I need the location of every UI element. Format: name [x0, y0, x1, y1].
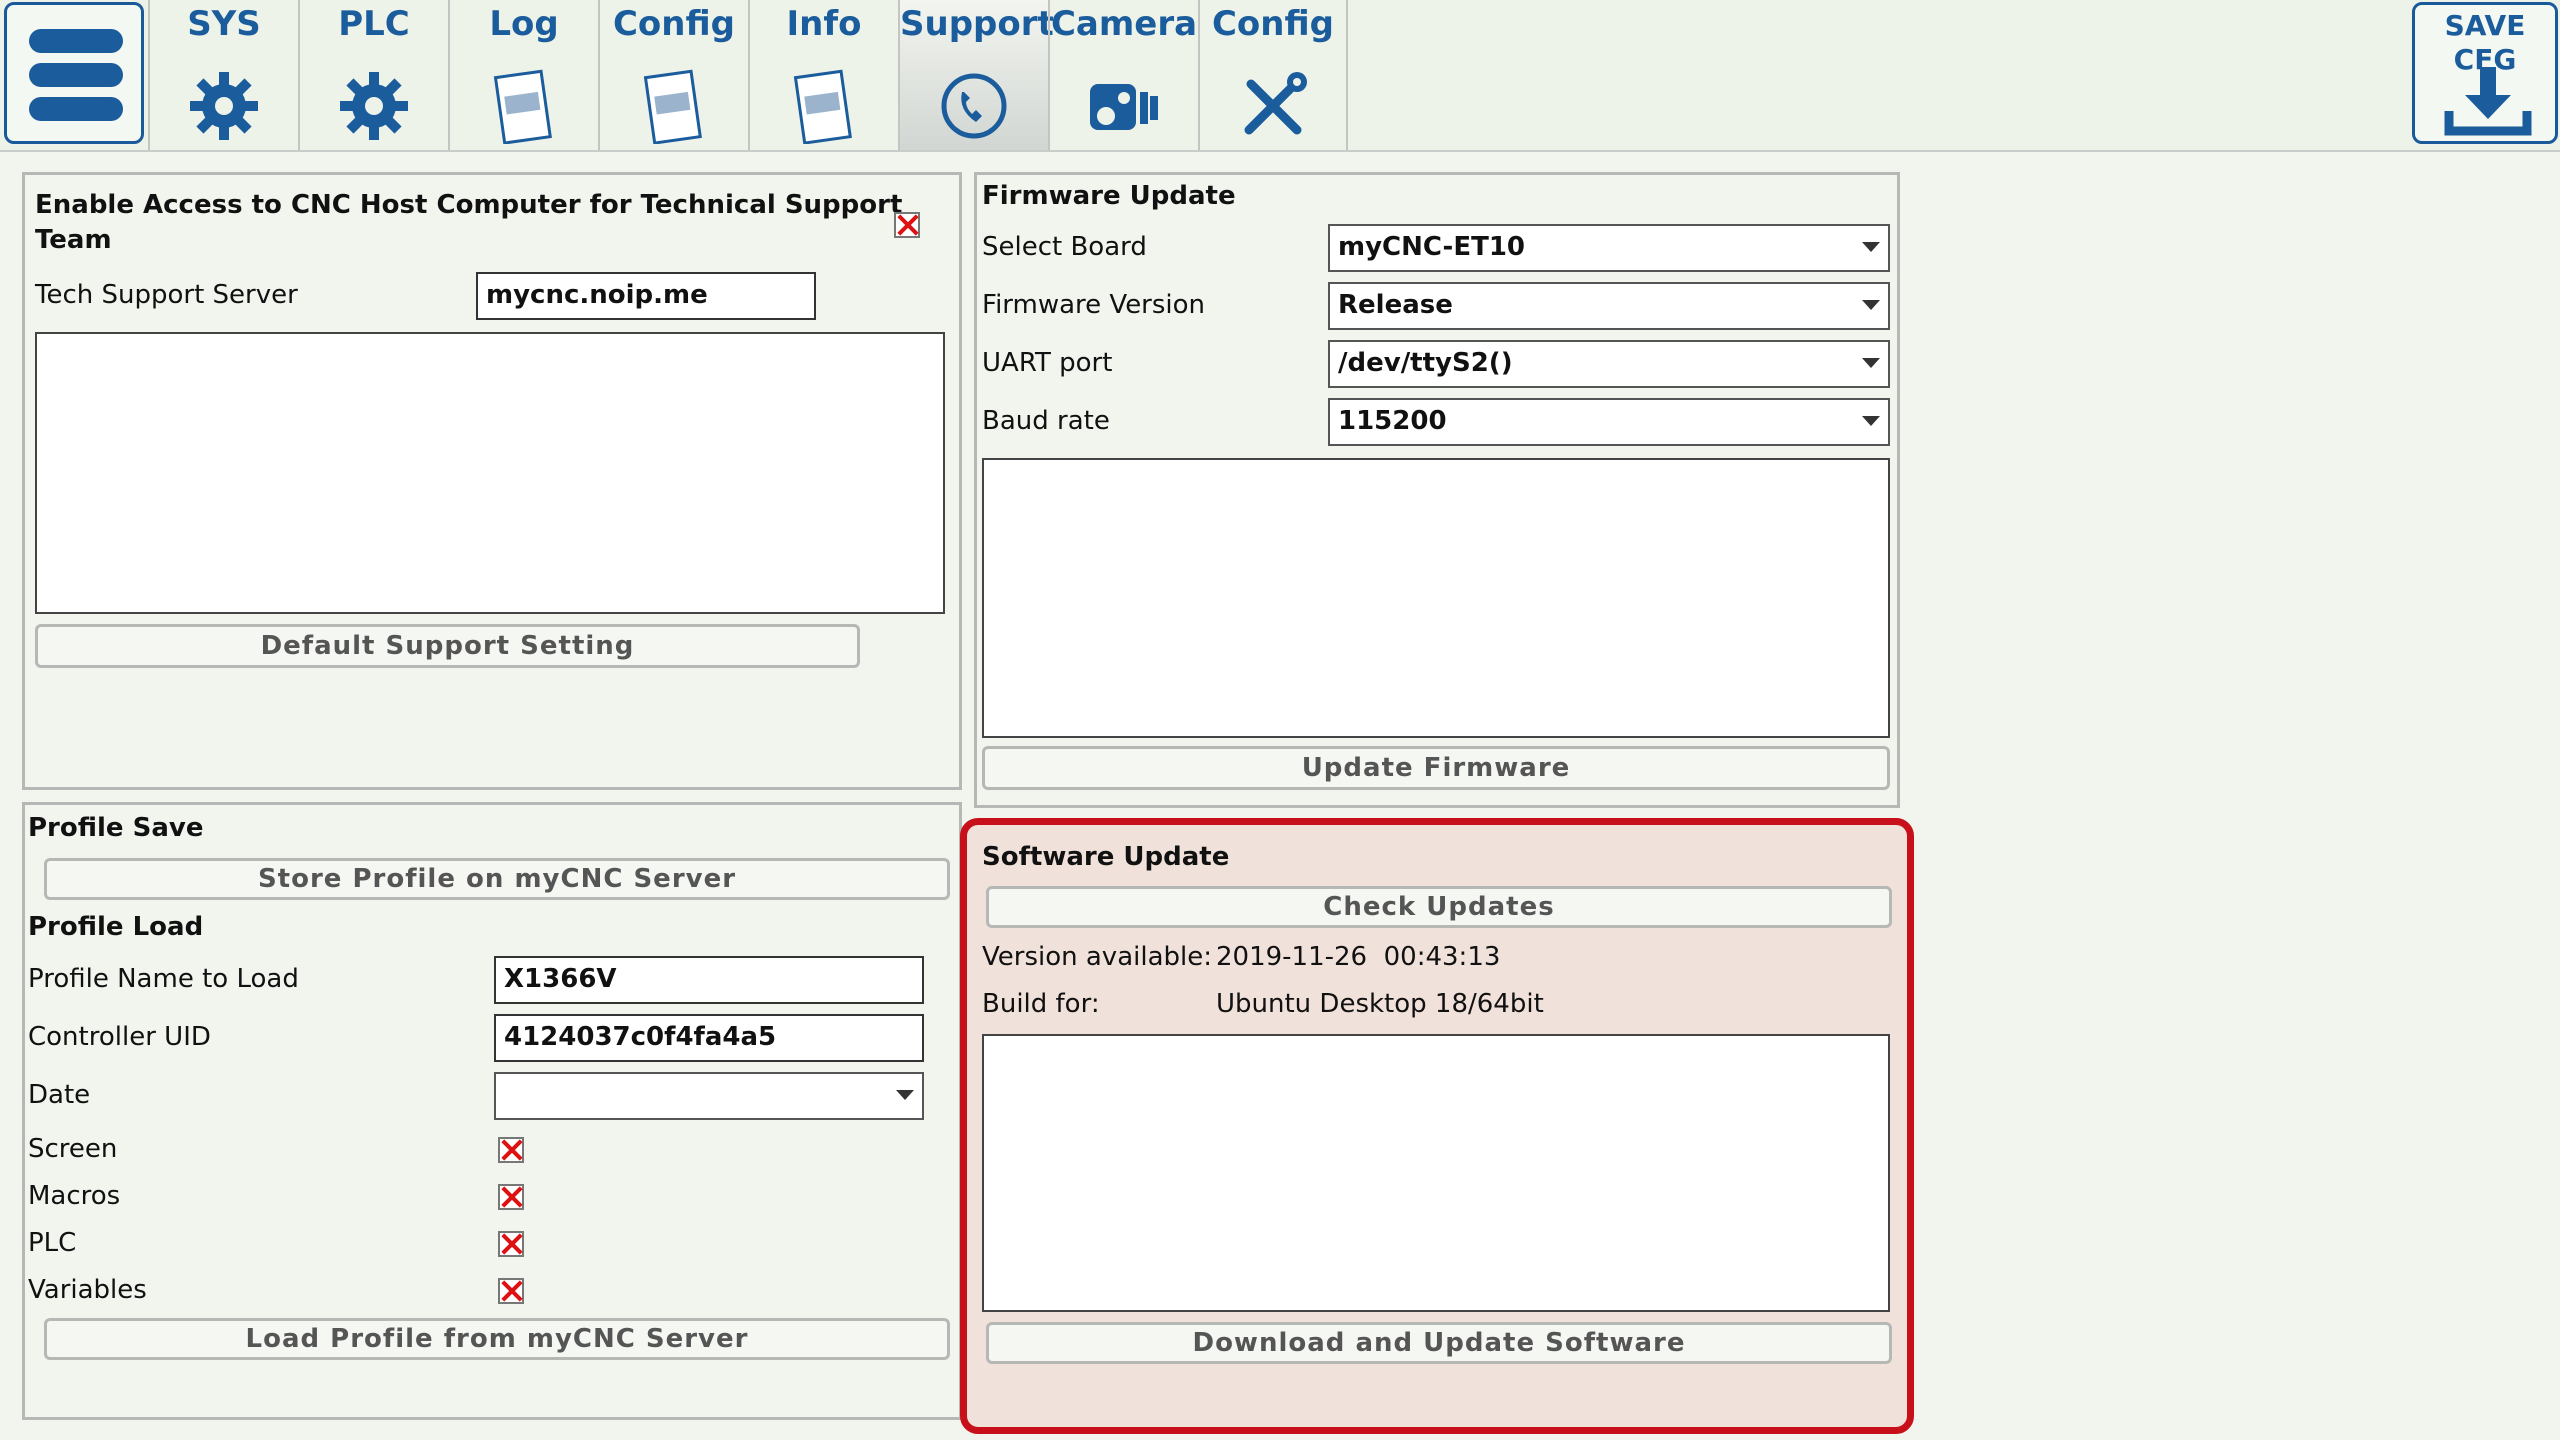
support-access-title: Enable Access to CNC Host Computer for T… — [35, 190, 903, 220]
screen-label: Screen — [28, 1134, 118, 1164]
chevron-down-icon — [1862, 242, 1880, 252]
tab-plc[interactable]: PLC — [298, 0, 448, 150]
store-profile-button[interactable]: Store Profile on myCNC Server — [44, 858, 950, 900]
tech-support-server-input[interactable]: mycnc.noip.me — [476, 272, 816, 320]
tab-config-tools[interactable]: Config — [1198, 0, 1348, 150]
build-for-label: Build for: — [982, 989, 1100, 1019]
firmware-update-title: Firmware Update — [982, 181, 1236, 211]
tools-icon — [1244, 72, 1307, 135]
screen-checkbox[interactable] — [498, 1137, 524, 1163]
uart-port-dropdown[interactable]: /dev/ttyS2() — [1328, 340, 1890, 388]
document-icon — [493, 69, 552, 144]
variables-checkbox[interactable] — [498, 1278, 524, 1304]
update-firmware-button[interactable]: Update Firmware — [982, 746, 1890, 790]
uart-port-label: UART port — [982, 348, 1113, 378]
software-log-area[interactable] — [982, 1034, 1890, 1312]
menu-icon-bar — [29, 29, 123, 53]
tech-support-server-label: Tech Support Server — [35, 280, 298, 310]
check-updates-button[interactable]: Check Updates — [986, 886, 1892, 928]
firmware-version-label: Firmware Version — [982, 290, 1206, 320]
tab-info[interactable]: Info — [748, 0, 898, 150]
menu-icon-bar — [29, 63, 123, 87]
enable-support-checkbox[interactable] — [894, 212, 920, 238]
phone-icon — [941, 73, 1007, 139]
chevron-down-icon — [1862, 300, 1880, 310]
firmware-version-dropdown[interactable]: Release — [1328, 282, 1890, 330]
controller-uid-label: Controller UID — [28, 1022, 211, 1052]
build-for-value: Ubuntu Desktop 18/64bit — [1216, 989, 1544, 1019]
firmware-log-area[interactable] — [982, 458, 1890, 738]
download-icon — [2444, 67, 2532, 136]
software-update-title: Software Update — [982, 842, 1230, 872]
save-config-button[interactable]: SAVE CFG — [2412, 2, 2558, 144]
plc-label: PLC — [28, 1228, 77, 1258]
select-board-dropdown[interactable]: myCNC-ET10 — [1328, 224, 1890, 272]
tab-camera[interactable]: Camera — [1048, 0, 1198, 150]
baud-rate-dropdown[interactable]: 115200 — [1328, 398, 1890, 446]
select-board-label: Select Board — [982, 232, 1147, 262]
download-update-software-button[interactable]: Download and Update Software — [986, 1322, 1892, 1364]
plc-checkbox[interactable] — [498, 1231, 524, 1257]
support-access-title-cont: Team — [35, 225, 112, 255]
gear-icon — [190, 72, 258, 140]
date-dropdown[interactable] — [494, 1072, 924, 1120]
version-available-label: Version available: — [982, 942, 1212, 972]
version-available-value: 2019-11-26 00:43:13 — [1216, 942, 1501, 972]
profile-name-input[interactable]: X1366V — [494, 956, 924, 1004]
macros-label: Macros — [28, 1181, 121, 1211]
tab-support[interactable]: Support — [898, 0, 1054, 150]
date-label: Date — [28, 1080, 91, 1110]
support-log-area[interactable] — [35, 332, 945, 614]
baud-rate-label: Baud rate — [982, 406, 1110, 436]
chevron-down-icon — [1862, 358, 1880, 368]
document-icon — [793, 69, 852, 144]
chevron-down-icon — [896, 1090, 914, 1100]
camera-icon — [1090, 84, 1158, 130]
tab-config[interactable]: Config — [598, 0, 748, 150]
gear-icon — [340, 72, 408, 140]
tab-log[interactable]: Log — [448, 0, 598, 150]
controller-uid-input[interactable]: 4124037c0f4fa4a5 — [494, 1014, 924, 1062]
menu-icon-bar — [29, 97, 123, 121]
top-toolbar: SYS PLC Log Config Info Support Camera C… — [0, 0, 2560, 152]
chevron-down-icon — [1862, 416, 1880, 426]
profile-save-title: Profile Save — [28, 813, 204, 843]
tab-sys[interactable]: SYS — [148, 0, 298, 150]
profile-load-title: Profile Load — [28, 912, 204, 942]
variables-label: Variables — [28, 1275, 147, 1305]
default-support-setting-button[interactable]: Default Support Setting — [35, 624, 860, 668]
document-icon — [643, 69, 702, 144]
load-profile-button[interactable]: Load Profile from myCNC Server — [44, 1318, 950, 1360]
macros-checkbox[interactable] — [498, 1184, 524, 1210]
main-menu-button[interactable] — [4, 2, 144, 144]
profile-name-label: Profile Name to Load — [28, 964, 299, 994]
